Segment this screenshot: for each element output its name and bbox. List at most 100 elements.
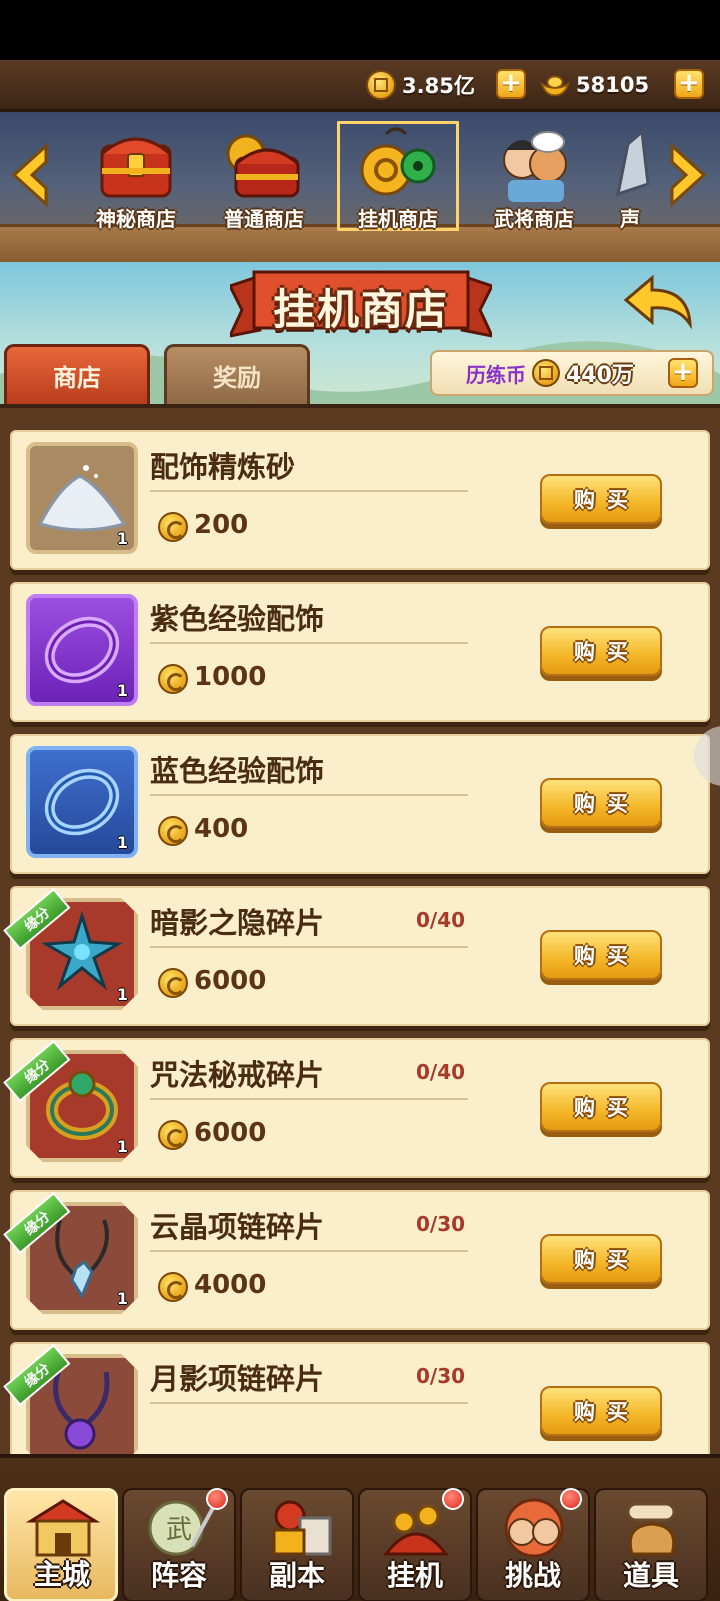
nav-main-city[interactable]: 主城 (4, 1488, 118, 1601)
item-icon-frame[interactable]: 1 (26, 442, 138, 554)
notification-dot (206, 1488, 228, 1510)
duel-heroes-icon (504, 1498, 564, 1558)
item-price: 4000 (194, 1270, 267, 1300)
gold-ingot-icon (540, 70, 570, 100)
fragment-count: 0/30 (416, 1364, 466, 1388)
price-coin-icon (158, 816, 188, 846)
list-item: 缘分 1 咒法秘戒碎片 0/40 6000 购买 (3, 1038, 710, 1178)
nav-lineup[interactable]: 武 阵容 (122, 1488, 236, 1601)
price-coin-icon (158, 512, 188, 542)
tab-shop[interactable]: 商店 (4, 344, 150, 404)
notification-dot (442, 1488, 464, 1510)
item-divider (150, 1402, 468, 1404)
coin-icon (366, 70, 396, 100)
item-divider (150, 946, 468, 948)
ingot-amount: 58105 (576, 73, 650, 97)
item-price: 1000 (194, 662, 267, 692)
item-name: 蓝色经验配饰 (150, 754, 325, 788)
item-price: 200 (194, 510, 249, 540)
war-flag-icon: 武 (148, 1500, 216, 1556)
nav-idle[interactable]: 挂机 (358, 1488, 472, 1601)
ingot-display: 58105 (540, 68, 649, 102)
tab-label: 普通商店 (224, 207, 304, 231)
tab-label: 声 (620, 207, 640, 231)
list-item: 1 蓝色经验配饰 400 购买 (10, 734, 710, 874)
exp-coin-panel: 历练币 440万 + (430, 350, 714, 396)
list-item: 1 紫色经验配饰 1000 购买 (10, 582, 710, 722)
item-divider (150, 1250, 468, 1252)
nav-label: 挂机 (386, 1559, 443, 1592)
tab-general-shop[interactable]: 武将商店 (470, 118, 598, 234)
buy-button[interactable]: 购买 (540, 626, 662, 676)
tab-label: 武将商店 (494, 207, 574, 231)
nav-label: 主城 (33, 1558, 90, 1591)
tab-label: 挂机商店 (358, 207, 438, 231)
buy-button[interactable]: 购买 (540, 1386, 662, 1436)
shop-header: 挂机商店 商店 奖励 历练币 440万 + (0, 262, 720, 404)
nav-items[interactable]: 道具 (594, 1488, 708, 1601)
red-chest-icon (226, 134, 300, 198)
item-divider (150, 1098, 468, 1100)
add-ingots-button[interactable]: + (674, 69, 704, 99)
coin-amount: 3.85亿 (402, 74, 475, 98)
svg-text:武: 武 (166, 1515, 192, 1545)
notification-dot (560, 1488, 582, 1510)
list-item: 缘分 1 云晶项链碎片 0/30 4000 购买 (3, 1190, 710, 1330)
nav-challenge[interactable]: 挑战 (476, 1488, 590, 1601)
bottom-nav: 主城 武 阵容 副本 挂机 挑战 道具 (0, 1454, 720, 1601)
item-name: 暗影之隐碎片 (150, 906, 325, 940)
tab-normal-shop[interactable]: 普通商店 (200, 118, 328, 234)
item-price: 400 (194, 814, 249, 844)
buy-button[interactable]: 购买 (540, 1082, 662, 1132)
item-list[interactable]: 1 配饰精炼砂 200 购买 1 紫色经验配饰 1000 购买 1 蓝色经验配饰… (0, 404, 720, 1454)
price-coin-icon (158, 1272, 188, 1302)
item-quantity: 1 (116, 681, 128, 700)
list-item: 缘分 1 暗影之隐碎片 0/40 6000 购买 (3, 886, 710, 1026)
nav-dungeon[interactable]: 副本 (240, 1488, 354, 1601)
tab-reward[interactable]: 奖励 (164, 344, 310, 404)
tab-mystery-shop[interactable]: 神秘商店 (72, 118, 200, 234)
item-quantity: 1 (116, 985, 128, 1004)
item-divider (150, 642, 468, 644)
add-exp-coin-button[interactable]: + (668, 358, 698, 388)
fragment-count: 0/40 (416, 908, 466, 932)
item-name: 咒法秘戒碎片 (150, 1058, 325, 1092)
item-price: 6000 (194, 966, 267, 996)
item-quantity: 1 (116, 833, 128, 852)
list-item: 缘分 月影项链碎片 0/30 购买 (3, 1342, 710, 1454)
item-quantity: 1 (116, 1289, 128, 1308)
page-title: 挂机商店 (272, 285, 449, 334)
item-divider (150, 794, 468, 796)
nav-label: 挑战 (504, 1559, 561, 1592)
nav-label: 副本 (268, 1559, 325, 1592)
item-quantity: 1 (116, 1137, 128, 1156)
item-quantity: 1 (116, 529, 128, 548)
tab-idle-shop[interactable]: 挂机商店 (334, 118, 462, 234)
item-name: 紫色经验配饰 (150, 602, 325, 636)
tab-reputation-shop[interactable]: 声 (600, 118, 660, 234)
add-coins-button[interactable]: + (496, 69, 526, 99)
item-icon-frame[interactable]: 1 (26, 594, 138, 706)
list-item: 1 配饰精炼砂 200 购买 (10, 430, 710, 570)
tab-label: 神秘商店 (96, 207, 176, 231)
currency-bar: 3.85亿 + 58105 + (0, 60, 720, 112)
buy-button[interactable]: 购买 (540, 930, 662, 980)
lantern-tower-icon (272, 1500, 332, 1556)
scroll-left-arrow-icon[interactable] (8, 142, 52, 208)
buy-button[interactable]: 购买 (540, 1234, 662, 1284)
price-coin-icon (158, 968, 188, 998)
item-name: 月影项链碎片 (150, 1362, 325, 1396)
shop-tab-strip: 神秘商店 普通商店 挂机商店 武将商店 声 (0, 112, 720, 262)
exp-coin-label: 历练币 (466, 362, 526, 387)
item-price: 6000 (194, 1118, 267, 1148)
fragment-count: 0/40 (416, 1060, 466, 1084)
back-arrow-icon[interactable] (622, 274, 694, 330)
buy-button[interactable]: 购买 (540, 474, 662, 524)
item-divider (150, 490, 468, 492)
treasure-pile-icon (382, 1504, 450, 1556)
item-name: 配饰精炼砂 (150, 450, 296, 484)
buy-button[interactable]: 购买 (540, 778, 662, 828)
nav-label: 阵容 (150, 1559, 207, 1592)
item-icon-frame[interactable]: 1 (26, 746, 138, 858)
scroll-right-arrow-icon[interactable] (666, 142, 710, 208)
